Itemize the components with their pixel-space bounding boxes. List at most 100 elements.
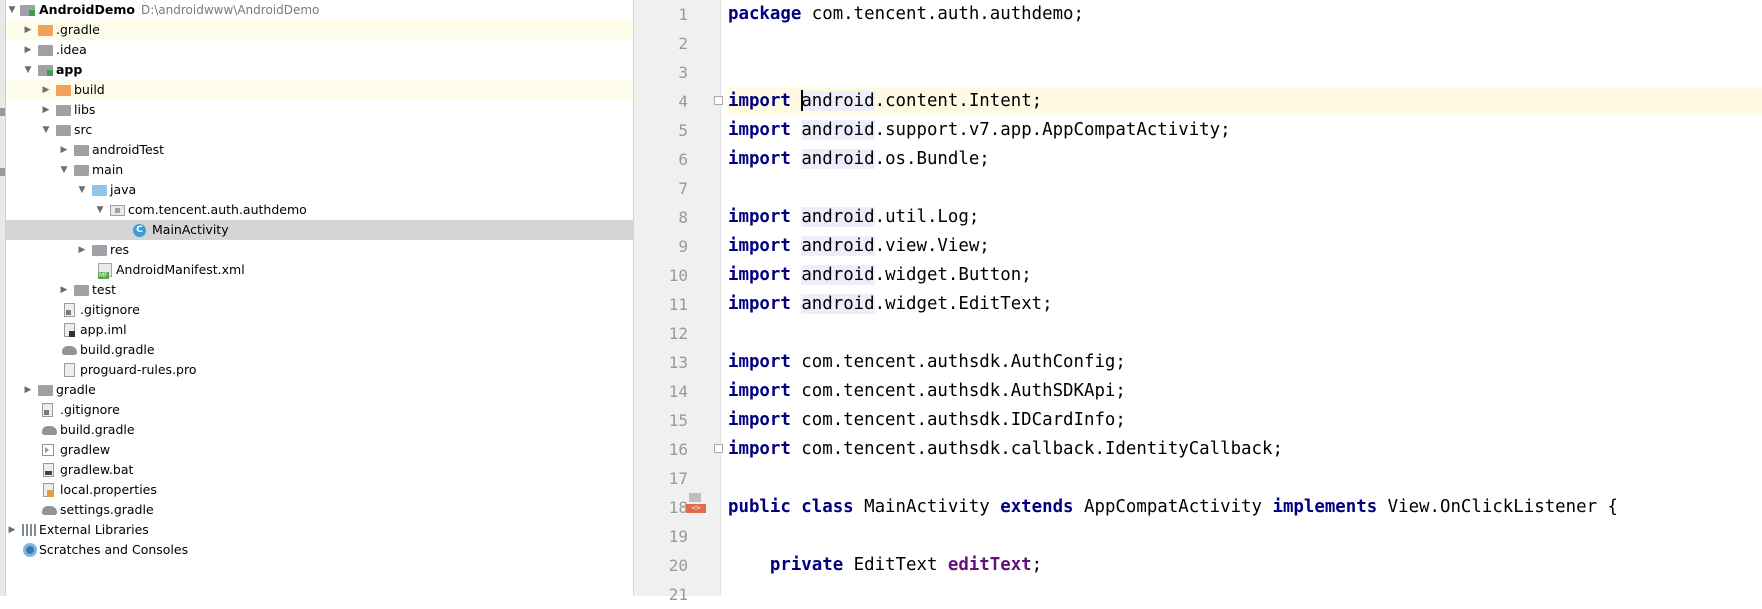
gradle-icon	[42, 423, 58, 437]
collapse-arrow-icon[interactable]: ▶	[40, 80, 52, 100]
collapse-arrow-icon[interactable]: ▶	[58, 140, 70, 160]
tree-item-scratches[interactable]: Scratches and Consoles	[6, 540, 633, 560]
tree-item-main[interactable]: ▼ main	[6, 160, 633, 180]
collapse-arrow-icon[interactable]: ▶	[58, 280, 70, 300]
strip-marker	[0, 108, 5, 116]
orange-folder-icon	[38, 23, 54, 37]
collapse-arrow-icon[interactable]: ▶	[22, 40, 34, 60]
code-line-10: import android.widget.Button;	[728, 265, 1032, 285]
line-number: 18	[668, 498, 688, 517]
tree-item-mainactivity[interactable]: C MainActivity	[6, 220, 633, 240]
tree-item-app-build-gradle[interactable]: build.gradle	[6, 340, 633, 360]
implemented-interface-gutter-icon[interactable]: <>	[684, 493, 706, 515]
tree-item-gradlew[interactable]: gradlew	[6, 440, 633, 460]
code-line-8: import android.util.Log;	[728, 207, 980, 227]
package-icon	[110, 203, 126, 217]
tree-item-test[interactable]: ▶ test	[6, 280, 633, 300]
text-caret	[801, 89, 804, 111]
fold-end-icon[interactable]	[714, 444, 723, 453]
code-line-1: package com.tencent.auth.authdemo;	[728, 4, 1084, 24]
code-line-18: public class MainActivity extends AppCom…	[728, 497, 1618, 517]
tree-item-libs[interactable]: ▶ libs	[6, 100, 633, 120]
expand-arrow-icon[interactable]: ▼	[40, 120, 52, 140]
folder-icon	[56, 123, 72, 137]
tree-item-label: proguard-rules.pro	[80, 362, 197, 377]
tree-item-androidtest[interactable]: ▶ androidTest	[6, 140, 633, 160]
bat-file-icon	[43, 463, 59, 477]
tree-item-androidmanifest[interactable]: AndroidManifest.xml	[6, 260, 633, 280]
line-number: 19	[668, 527, 688, 546]
tree-item-label: Scratches and Consoles	[39, 542, 189, 557]
tree-item-app-iml[interactable]: app.iml	[6, 320, 633, 340]
strip-marker	[0, 168, 5, 176]
tree-item-build[interactable]: ▶ build	[6, 80, 633, 100]
tree-item-build-gradle[interactable]: build.gradle	[6, 420, 633, 440]
collapse-arrow-icon[interactable]: ▶	[40, 100, 52, 120]
collapse-arrow-icon[interactable]: ▶	[22, 380, 34, 400]
iml-file-icon	[64, 323, 80, 337]
text-file-icon	[64, 363, 80, 377]
class-icon: C	[133, 223, 149, 237]
expand-arrow-icon[interactable]: ▼	[22, 60, 34, 80]
collapse-arrow-icon[interactable]: ▶	[76, 240, 88, 260]
expand-arrow-icon[interactable]: ▼	[94, 200, 106, 220]
line-number: 2	[678, 34, 688, 53]
gitignore-file-icon	[42, 403, 58, 417]
tree-item-label: settings.gradle	[60, 502, 154, 517]
tree-item-gradle[interactable]: ▶ gradle	[6, 380, 633, 400]
tree-item-local-properties[interactable]: local.properties	[6, 480, 633, 500]
tree-item-package[interactable]: ▼ com.tencent.auth.authdemo	[6, 200, 633, 220]
project-panel: ▼ AndroidDemo D:\androidwww\AndroidDemo ▶…	[0, 0, 634, 596]
code-line-6: import android.os.Bundle;	[728, 149, 990, 169]
code-line-13: import com.tencent.authsdk.AuthConfig;	[728, 352, 1126, 372]
tree-item-label: res	[110, 242, 130, 257]
tree-item-label: androidTest	[92, 142, 165, 157]
tree-item-gradlew-bat[interactable]: gradlew.bat	[6, 460, 633, 480]
project-path: D:\androidwww\AndroidDemo	[140, 3, 320, 17]
tree-item-res[interactable]: ▶ res	[6, 240, 633, 260]
tree-item-label: build.gradle	[60, 422, 135, 437]
line-number: 13	[668, 353, 688, 372]
tree-item-proguard-rules[interactable]: proguard-rules.pro	[6, 360, 633, 380]
tree-item-app[interactable]: ▼ app	[6, 60, 633, 80]
collapse-arrow-icon[interactable]: ▶	[22, 20, 34, 40]
orange-folder-icon	[56, 83, 72, 97]
tree-item-label: app	[56, 62, 83, 77]
tree-item-gradle-cache[interactable]: ▶ .gradle	[6, 20, 633, 40]
fold-start-icon[interactable]	[714, 96, 723, 105]
tree-item-label: gradle	[56, 382, 96, 397]
line-number: 14	[668, 382, 688, 401]
tree-item-idea[interactable]: ▶ .idea	[6, 40, 633, 60]
tree-item-java[interactable]: ▼ java	[6, 180, 633, 200]
manifest-icon	[98, 263, 114, 279]
line-number: 9	[678, 237, 688, 256]
tree-item-label: com.tencent.auth.authdemo	[128, 202, 307, 217]
tree-item-gitignore[interactable]: .gitignore	[6, 400, 633, 420]
tree-item-label: src	[74, 122, 93, 137]
collapse-arrow-icon[interactable]: ▶	[6, 520, 18, 540]
tree-item-src[interactable]: ▼ src	[6, 120, 633, 140]
tree-item-label: local.properties	[60, 482, 157, 497]
gradle-icon	[62, 343, 78, 357]
expand-arrow-icon[interactable]: ▼	[76, 180, 88, 200]
folder-icon	[74, 283, 90, 297]
code-line-4: import android.content.Intent;	[728, 87, 1762, 116]
tree-item-app-gitignore[interactable]: .gitignore	[6, 300, 633, 320]
tree-item-settings-gradle[interactable]: settings.gradle	[6, 500, 633, 520]
tree-item-androiddemo[interactable]: ▼ AndroidDemo D:\androidwww\AndroidDemo	[6, 0, 633, 20]
tree-item-label: MainActivity	[152, 222, 229, 237]
tree-item-label: .gitignore	[80, 302, 140, 317]
folder-icon	[38, 383, 54, 397]
code-editor[interactable]: 1 2 3 4 5 6 7 8 9 10 11 12 13 14 15 16 1…	[634, 0, 1762, 604]
line-number: 8	[678, 208, 688, 227]
tree-item-label: build	[74, 82, 105, 97]
expand-arrow-icon[interactable]: ▼	[58, 160, 70, 180]
code-line-16: import com.tencent.authsdk.callback.Iden…	[728, 439, 1283, 459]
tree-item-label: libs	[74, 102, 96, 117]
folder-icon	[56, 103, 72, 117]
tree-item-external-libraries[interactable]: ▶ External Libraries	[6, 520, 633, 540]
expand-arrow-icon[interactable]: ▼	[6, 0, 18, 20]
tree-item-label: AndroidDemo D:\androidwww\AndroidDemo	[39, 2, 320, 17]
line-number: 15	[668, 411, 688, 430]
line-number: 4	[678, 92, 688, 111]
